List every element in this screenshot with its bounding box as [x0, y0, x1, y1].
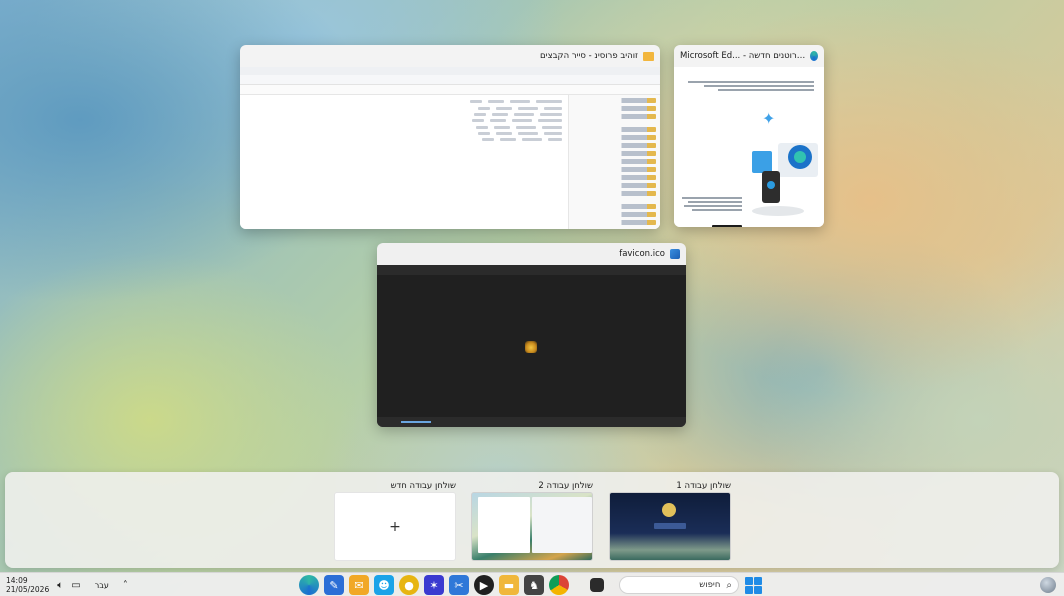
media-player-icon[interactable]: ▶ — [474, 575, 494, 595]
system-tray: 14:09 21/05/2026 🔈︎ ▭ עבר ˄ — [6, 575, 128, 595]
mail-icon[interactable]: ✉ — [349, 575, 369, 595]
window-preview — [240, 67, 660, 229]
navigation-pane — [568, 95, 660, 229]
language-indicator[interactable]: עבר — [95, 581, 109, 590]
app-dark-icon[interactable]: ♞ — [524, 575, 544, 595]
speaker-icon[interactable]: 🔈︎ — [57, 580, 63, 591]
favicon-image — [525, 341, 537, 353]
search-box[interactable]: חיפוש ⌕ — [619, 576, 739, 594]
clock[interactable]: 14:09 21/05/2026 — [6, 576, 49, 594]
desktop-label: שולחן עבודה 1 — [676, 481, 731, 491]
photos-icon — [670, 249, 680, 259]
desktop-thumbnail[interactable] — [471, 492, 593, 561]
desktop-label: שולחן עבודה חדש — [390, 481, 456, 491]
window-titlebar: Microsoft Ed... - פרופיל 1 - ברוטנים חדש… — [674, 45, 824, 67]
clock-time: 14:09 — [6, 576, 28, 585]
window-preview — [377, 265, 686, 427]
window-thumbnail-edge[interactable]: Microsoft Ed... - פרופיל 1 - ברוטנים חדש… — [674, 45, 824, 227]
window-thumbnail-file-explorer[interactable]: זוהיב פרוסינ - סייר הקבצים — [240, 45, 660, 229]
plus-icon: + — [389, 518, 401, 535]
window-thumbnail-photos[interactable]: favicon.ico — [377, 243, 686, 427]
desktop-2[interactable]: שולחן עבודה 2 — [471, 480, 593, 561]
chevron-up-icon[interactable]: ˄ — [123, 580, 128, 591]
window-title: favicon.ico — [619, 249, 665, 259]
chrome-icon[interactable] — [549, 575, 569, 595]
photos-app-icon[interactable]: ✶ — [424, 575, 444, 595]
search-icon: ⌕ — [726, 579, 732, 591]
window-titlebar: זוהיב פרוסינ - סייר הקבצים — [240, 45, 660, 67]
app-window-icon[interactable] — [590, 578, 604, 592]
edge-button — [712, 225, 742, 227]
network-icon[interactable]: ▭ — [71, 580, 80, 591]
widgets-icon[interactable] — [1040, 577, 1056, 593]
edge-icon — [810, 51, 818, 61]
edge-icon[interactable] — [299, 575, 319, 595]
qq-icon[interactable]: ☻ — [374, 575, 394, 595]
new-desktop-button[interactable]: שולחן עבודה חדש + — [334, 480, 456, 561]
folder-icon[interactable]: ▬ — [499, 575, 519, 595]
search-label: חיפוש — [699, 580, 721, 590]
window-title: Microsoft Ed... - פרופיל 1 - ברוטנים חדש… — [680, 51, 805, 61]
desktop-label: שולחן עבודה 2 — [538, 481, 593, 491]
desktop-thumbnail[interactable] — [609, 492, 731, 561]
edge-illustration — [752, 143, 818, 216]
virtual-desktops-strip: שולחן עבודה חדש + שולחן עבודה 2 שולחן עב… — [5, 472, 1059, 568]
folder-icon — [643, 51, 654, 61]
file-list — [244, 99, 562, 143]
snip-icon[interactable]: ✂ — [449, 575, 469, 595]
clock-date: 21/05/2026 — [6, 585, 50, 594]
desktop-1[interactable]: שולחן עבודה 1 — [609, 480, 731, 561]
chat-icon[interactable]: ● — [399, 575, 419, 595]
taskbar-apps: ✎ ✉ ☻ ● ✶ ✂ ▶ ▬ ♞ — [299, 575, 604, 595]
sparkle-icon: ✦ — [762, 109, 776, 128]
window-titlebar: favicon.ico — [377, 243, 686, 265]
taskbar: 14:09 21/05/2026 🔈︎ ▭ עבר ˄ ✎ ✉ ☻ ● ✶ ✂ … — [0, 572, 1064, 596]
paint-icon[interactable]: ✎ — [324, 575, 344, 595]
start-button[interactable] — [743, 575, 763, 595]
window-preview: ✦ — [674, 67, 824, 227]
window-title: זוהיב פרוסינ - סייר הקבצים — [540, 51, 638, 61]
new-desktop-thumbnail[interactable]: + — [334, 492, 456, 561]
